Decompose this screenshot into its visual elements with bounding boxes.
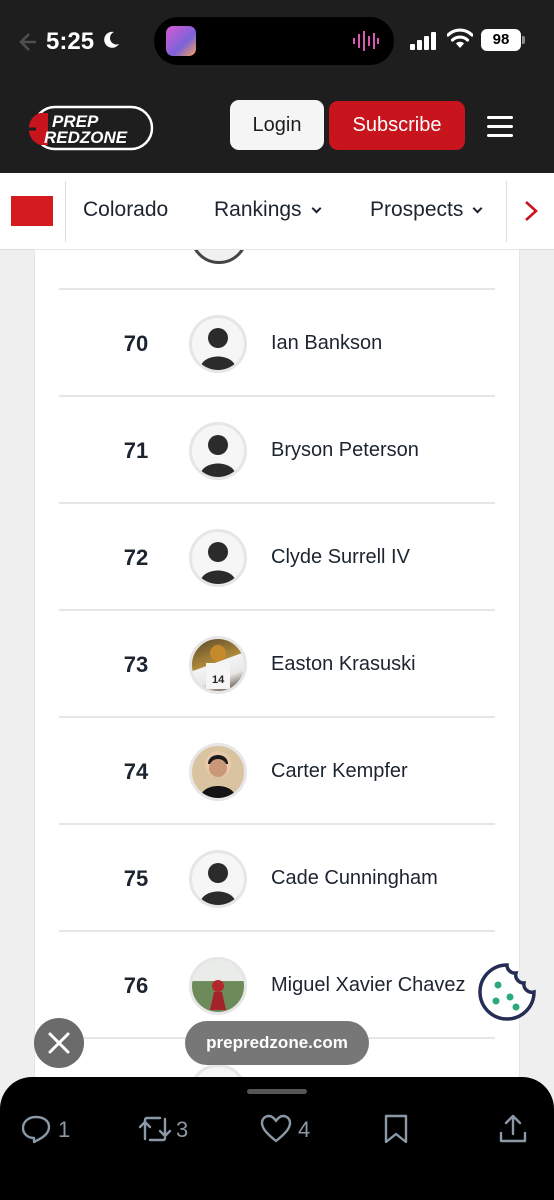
- table-row[interactable]: 70 Ian Bankson: [59, 288, 495, 395]
- battery-indicator: 98: [481, 29, 525, 51]
- avatar-placeholder-icon: [189, 315, 247, 373]
- player-photo: [189, 743, 247, 801]
- player-photo: 14: [189, 636, 247, 694]
- nav-item-colorado[interactable]: Colorado: [83, 198, 168, 222]
- player-photo: [189, 957, 247, 1015]
- domain-link[interactable]: prepredzone.com: [185, 1021, 369, 1065]
- nav-item-rankings[interactable]: Rankings: [214, 198, 322, 222]
- heart-icon: [260, 1114, 292, 1143]
- player-name[interactable]: Ian Bankson: [271, 290, 382, 397]
- rank-number: 72: [123, 545, 149, 570]
- retweet-count: 3: [176, 1117, 189, 1142]
- rank-number: 70: [123, 331, 149, 356]
- cellular-signal-icon: [410, 32, 436, 50]
- login-button[interactable]: Login: [230, 100, 324, 150]
- audio-waveform-icon: [353, 31, 379, 51]
- tweet-action-bar: 1 3 4: [0, 1077, 554, 1200]
- rank-number: 73: [123, 652, 149, 677]
- logo-line2: REDZONE: [44, 128, 128, 147]
- rankings-list: 70 Ian Bankson 71 Bryson Peterson 72 Cly…: [35, 250, 519, 1080]
- table-row[interactable]: 74 Carter Kempfer: [59, 716, 495, 823]
- avatar-placeholder-icon: [189, 422, 247, 480]
- avatar: [190, 250, 248, 264]
- player-name[interactable]: Easton Krasuski: [271, 611, 416, 718]
- close-icon: [48, 1032, 70, 1054]
- table-row[interactable]: 71 Bryson Peterson: [59, 395, 495, 502]
- back-arrow-icon[interactable]: [14, 30, 38, 54]
- divider: [506, 181, 507, 242]
- nav-item-prospects-label: Prospects: [370, 198, 464, 221]
- player-name[interactable]: Bryson Peterson: [271, 397, 419, 504]
- status-bar: 5:25 98: [0, 0, 554, 84]
- rank-number: 75: [123, 866, 149, 891]
- table-row[interactable]: 75 Cade Cunningham: [59, 823, 495, 930]
- bookmark-button[interactable]: [380, 1113, 412, 1145]
- clock: 5:25: [46, 28, 95, 55]
- close-button[interactable]: [34, 1018, 84, 1068]
- like-button[interactable]: 4: [260, 1113, 320, 1145]
- avatar-placeholder-icon: [189, 850, 247, 908]
- section-nav: Colorado Rankings Prospects: [0, 173, 554, 250]
- subscribe-button[interactable]: Subscribe: [329, 101, 465, 150]
- chevron-down-icon: [311, 203, 322, 214]
- dynamic-island: [154, 17, 394, 65]
- table-row[interactable]: 73 14 Easton Krasuski: [59, 609, 495, 716]
- svg-text:14: 14: [212, 674, 225, 686]
- colorado-state-icon[interactable]: [11, 196, 53, 226]
- chevron-right-icon[interactable]: [520, 198, 542, 224]
- chevron-down-icon: [472, 203, 483, 214]
- reply-icon: [21, 1115, 51, 1144]
- rank-number: 71: [123, 438, 149, 463]
- rank-number: 76: [123, 973, 149, 998]
- hamburger-menu-icon[interactable]: [482, 108, 518, 144]
- share-icon: [499, 1114, 527, 1143]
- table-row[interactable]: 72 Clyde Surrell IV: [59, 502, 495, 609]
- prep-redzone-logo[interactable]: PREP REDZONE: [22, 103, 156, 153]
- now-playing-artwork: [166, 26, 196, 56]
- nav-item-rankings-label: Rankings: [214, 198, 302, 221]
- share-button[interactable]: [497, 1113, 529, 1145]
- rank-number: 74: [123, 759, 149, 784]
- bookmark-icon: [384, 1114, 408, 1144]
- nav-item-prospects[interactable]: Prospects: [370, 198, 483, 222]
- like-count: 4: [298, 1117, 311, 1142]
- site-header: PREP REDZONE Login Subscribe: [0, 84, 554, 173]
- reply-button[interactable]: 1: [20, 1113, 80, 1145]
- retweet-button[interactable]: 3: [138, 1113, 198, 1145]
- cookie-icon[interactable]: [476, 961, 538, 1023]
- player-name[interactable]: Cade Cunningham: [271, 825, 438, 932]
- moon-icon: [104, 31, 119, 48]
- wifi-icon: [447, 28, 473, 48]
- reply-count: 1: [58, 1117, 71, 1142]
- avatar-placeholder-icon: [189, 529, 247, 587]
- sheet-grabber[interactable]: [247, 1089, 307, 1094]
- retweet-icon: [138, 1116, 172, 1142]
- divider: [65, 181, 66, 242]
- player-name[interactable]: Carter Kempfer: [271, 718, 408, 825]
- player-name[interactable]: Clyde Surrell IV: [271, 504, 410, 611]
